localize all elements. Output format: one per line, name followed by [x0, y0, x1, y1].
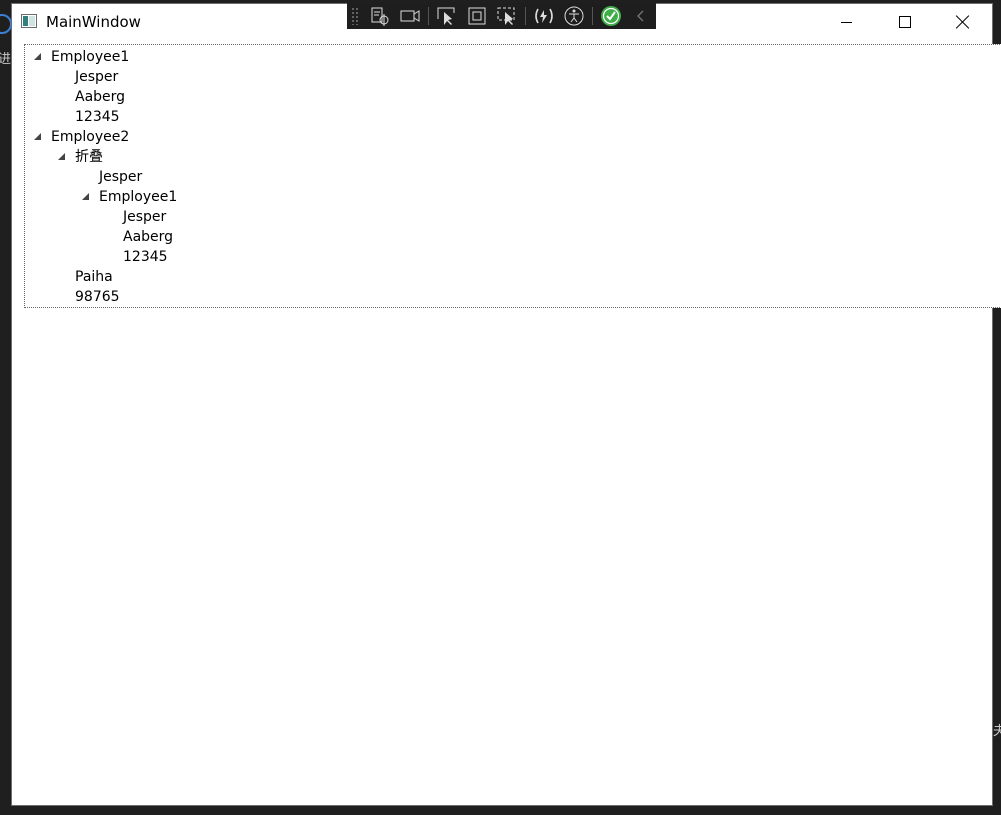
tree-expander-icon[interactable] — [34, 133, 41, 140]
tree-item[interactable]: 折叠 — [75, 147, 103, 167]
tree-expander-icon[interactable] — [82, 193, 89, 200]
tree-item[interactable]: 12345 — [123, 247, 168, 267]
close-icon — [956, 15, 970, 29]
tree-view[interactable]: Employee1 Jesper Aaberg 12345 Employee2 折叠 Jes… — [24, 44, 1001, 308]
debug-toolbar — [347, 3, 656, 29]
tree-item[interactable]: Aaberg — [123, 227, 173, 247]
record-button[interactable] — [395, 3, 425, 29]
track-focus-button[interactable] — [492, 3, 522, 29]
video-icon — [400, 10, 420, 22]
close-button[interactable] — [934, 4, 992, 40]
pointer-select-icon — [437, 7, 455, 25]
tree-item[interactable]: Aaberg — [75, 87, 125, 107]
maximize-icon — [899, 16, 911, 28]
collapse-toolbar-button[interactable] — [626, 3, 656, 29]
window-title: MainWindow — [46, 13, 141, 31]
minimize-button[interactable] — [817, 4, 875, 40]
toolbar-separator — [525, 7, 526, 25]
background-text: 进 — [0, 52, 12, 67]
tree-item[interactable]: 12345 — [75, 107, 120, 127]
accessibility-icon — [564, 6, 584, 26]
tree-item[interactable]: Paiha — [75, 267, 113, 287]
accessibility-button[interactable] — [559, 3, 589, 29]
binding-status-button[interactable] — [596, 3, 626, 29]
tree-item[interactable]: Employee1 — [51, 47, 129, 67]
binding-ok-icon — [601, 6, 621, 26]
layout-adorner-icon — [468, 7, 486, 25]
app-icon — [21, 14, 37, 28]
select-element-icon — [371, 7, 389, 26]
tree-item[interactable]: Jesper — [99, 167, 142, 187]
layout-adorner-button[interactable] — [462, 3, 492, 29]
tree-expander-icon[interactable] — [58, 153, 65, 160]
tree-item[interactable]: Employee2 — [51, 127, 129, 147]
maximize-button[interactable] — [876, 4, 934, 40]
toolbar-separator — [592, 7, 593, 25]
tree-item[interactable]: Jesper — [123, 207, 166, 227]
toolbar-grip[interactable] — [351, 7, 359, 25]
tree-item[interactable]: Jesper — [75, 67, 118, 87]
main-window: MainWindow Employee1 Jesper Aaberg 12345 Emp… — [11, 3, 1001, 806]
collapse-chevron-icon — [637, 10, 644, 22]
minimize-icon — [840, 21, 852, 23]
hot-reload-button[interactable] — [529, 3, 559, 29]
tree-item[interactable]: 98765 — [75, 287, 120, 307]
pointer-select-button[interactable] — [432, 3, 462, 29]
select-element-button[interactable] — [365, 3, 395, 29]
background-text: 夫 — [993, 724, 1001, 739]
hot-reload-icon — [535, 8, 553, 24]
tree-item[interactable]: Employee1 — [99, 187, 177, 207]
track-focus-icon — [497, 7, 515, 25]
toolbar-separator — [428, 7, 429, 25]
tree-expander-icon[interactable] — [34, 53, 41, 60]
